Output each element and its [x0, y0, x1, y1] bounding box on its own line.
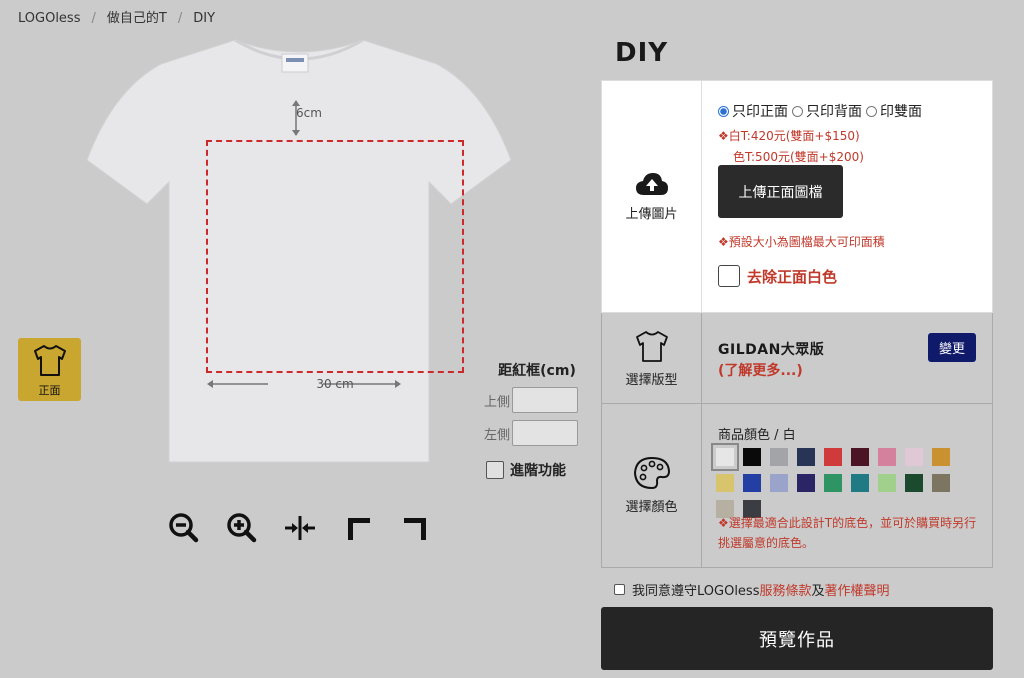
- breadcrumb-home[interactable]: LOGOless: [18, 11, 80, 26]
- color-note: ❖選擇最適合此設計T的底色，並可於購買時另行挑選屬意的底色。: [718, 516, 977, 550]
- page-title: DIY: [615, 38, 669, 68]
- offset-left-input[interactable]: [512, 420, 578, 446]
- color-swatch[interactable]: [878, 474, 896, 492]
- zoom-out-icon[interactable]: [166, 512, 202, 544]
- print-side-options: 只印正面 只印背面 印雙面: [718, 101, 922, 121]
- learn-more-link[interactable]: (了解更多...): [718, 360, 803, 380]
- breadcrumb-current: DIY: [193, 11, 216, 26]
- advanced-toggle[interactable]: 進階功能: [486, 460, 566, 480]
- remove-white-checkbox[interactable]: [718, 265, 740, 287]
- zoom-in-icon[interactable]: [224, 512, 260, 544]
- front-view-button[interactable]: 正面: [18, 338, 81, 401]
- tshirt-icon: [33, 345, 66, 376]
- canvas-toolbar: [166, 512, 434, 544]
- size-note: ❖預設大小為圖檔最大可印面積: [718, 235, 885, 249]
- color-swatch[interactable]: [770, 474, 788, 492]
- color-swatch[interactable]: [851, 474, 869, 492]
- terms-link[interactable]: 服務條款: [759, 580, 811, 599]
- pattern-section-header: 選擇版型: [602, 313, 702, 403]
- advanced-label: 進階功能: [510, 463, 566, 479]
- radio-indicator[interactable]: [718, 105, 729, 117]
- copyright-link[interactable]: 著作權聲明: [825, 580, 890, 599]
- top-margin-label: 6cm: [296, 106, 322, 120]
- pattern-section: 選擇版型 GILDAN大眾版 (了解更多...) 變更: [601, 313, 993, 404]
- radio-indicator[interactable]: [866, 105, 877, 117]
- model-name: GILDAN大眾版: [718, 342, 825, 358]
- tshirt-outline-icon: [635, 330, 668, 362]
- upload-section-header: 上傳圖片: [602, 81, 702, 312]
- print-option-label: 只印背面: [806, 104, 862, 120]
- offset-top-row: 上側: [478, 387, 588, 413]
- radio-indicator[interactable]: [792, 105, 803, 117]
- color-section-header: 選擇顏色: [602, 404, 702, 567]
- color-swatch[interactable]: [824, 448, 842, 466]
- cloud-upload-icon: [635, 173, 668, 195]
- color-swatch[interactable]: [797, 448, 815, 466]
- upload-section-label: 上傳圖片: [625, 207, 678, 222]
- color-swatch[interactable]: [743, 474, 761, 492]
- color-swatch[interactable]: [711, 443, 739, 471]
- print-back-only-radio[interactable]: 只印背面: [792, 101, 862, 121]
- palette-icon: [633, 456, 670, 490]
- print-front-only-radio[interactable]: 只印正面: [718, 101, 788, 121]
- print-both-sides-radio[interactable]: 印雙面: [866, 101, 922, 121]
- upload-section: 上傳圖片 只印正面 只印背面 印雙面 ❖白T:420元(雙面+$150) 色T:…: [601, 80, 993, 313]
- offset-panel: 距紅框(cm) 上側 左側: [478, 360, 588, 446]
- color-swatch[interactable]: [905, 474, 923, 492]
- price-white-tee: ❖白T:420元(雙面+$150): [718, 129, 860, 143]
- align-top-left-icon[interactable]: [340, 512, 376, 544]
- color-swatch[interactable]: [878, 448, 896, 466]
- offset-left-row: 左側: [478, 420, 588, 446]
- color-section-label: 選擇顏色: [625, 500, 678, 515]
- breadcrumb-separator: /: [177, 11, 183, 26]
- remove-white-toggle[interactable]: 去除正面白色: [718, 265, 837, 287]
- align-top-right-icon[interactable]: [398, 512, 434, 544]
- color-swatch[interactable]: [797, 474, 815, 492]
- pattern-section-label: 選擇版型: [625, 372, 678, 388]
- breadcrumb-category[interactable]: 做自己的T: [107, 11, 167, 26]
- offset-title: 距紅框(cm): [498, 363, 576, 379]
- color-swatch[interactable]: [824, 474, 842, 492]
- remove-white-label: 去除正面白色: [747, 267, 838, 286]
- advanced-checkbox[interactable]: [486, 461, 504, 479]
- upload-front-image-button[interactable]: 上傳正面圖檔: [718, 165, 843, 218]
- offset-top-input[interactable]: [512, 387, 578, 413]
- print-option-label: 只印正面: [732, 104, 788, 120]
- color-swatch[interactable]: [905, 448, 923, 466]
- front-view-label: 正面: [38, 384, 61, 397]
- color-swatch[interactable]: [743, 448, 761, 466]
- color-section: 選擇顏色 商品顏色 / 白 ❖選擇最適合此設計T的底色，並可於購買時另行挑選屬意…: [601, 404, 993, 568]
- offset-top-label: 上側: [483, 394, 510, 410]
- agree-checkbox[interactable]: [614, 584, 625, 595]
- design-canvas[interactable]: 6cm 30 cm: [85, 34, 513, 464]
- width-label: 30 cm: [316, 377, 354, 391]
- preview-button[interactable]: 預覽作品: [601, 607, 993, 670]
- print-option-label: 印雙面: [880, 104, 922, 120]
- agreement-row: 我同意遵守LOGOless 服務條款及著作權聲明: [614, 580, 890, 599]
- color-swatch[interactable]: [932, 474, 950, 492]
- agree-prefix: 我同意遵守LOGOless: [632, 584, 760, 599]
- selected-color-label: 商品顏色 / 白: [718, 428, 796, 443]
- color-swatch[interactable]: [716, 474, 734, 492]
- price-color-tee: 色T:500元(雙面+$200): [733, 150, 864, 164]
- color-swatch[interactable]: [770, 448, 788, 466]
- change-model-button[interactable]: 變更: [928, 333, 976, 362]
- color-swatch-grid: [711, 443, 976, 518]
- color-swatch[interactable]: [932, 448, 950, 466]
- color-swatch[interactable]: [851, 448, 869, 466]
- offset-left-label: 左側: [483, 427, 510, 443]
- print-area-frame[interactable]: [206, 140, 464, 373]
- center-horizontal-icon[interactable]: [282, 512, 318, 544]
- agree-and: 及: [811, 584, 825, 599]
- breadcrumb-separator: /: [91, 11, 96, 26]
- breadcrumb: LOGOless / 做自己的T / DIY: [18, 7, 215, 26]
